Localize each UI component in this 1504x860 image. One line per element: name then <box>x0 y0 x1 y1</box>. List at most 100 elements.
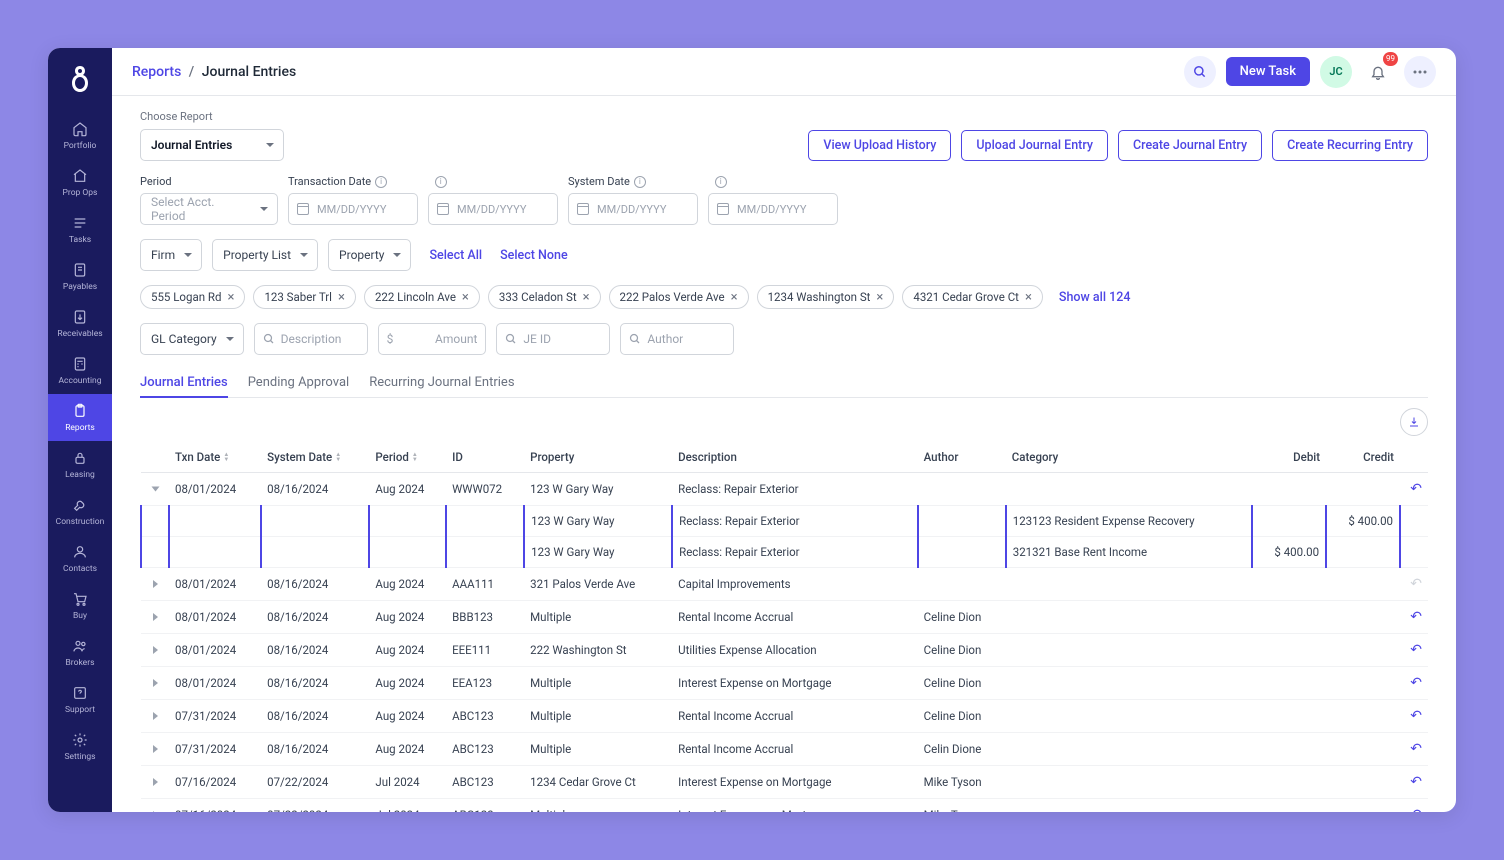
sys-date-to[interactable]: MM/DD/YYYY <box>708 193 838 225</box>
tab-pending-approval[interactable]: Pending Approval <box>248 369 350 398</box>
upload-journal-entry-button[interactable]: Upload Journal Entry <box>961 130 1108 161</box>
je-id-search[interactable] <box>496 323 610 355</box>
create-recurring-entry-button[interactable]: Create Recurring Entry <box>1272 130 1428 161</box>
col-header[interactable]: Period <box>369 442 446 473</box>
undo-icon[interactable]: ↶ <box>1410 774 1422 790</box>
sidebar-item-tasks[interactable]: Tasks <box>48 206 112 253</box>
view-upload-history-button[interactable]: View Upload History <box>808 130 951 161</box>
col-header[interactable]: ID <box>446 442 524 473</box>
sidebar-item-prop-ops[interactable]: Prop Ops <box>48 159 112 206</box>
table-row[interactable]: 07/16/202407/22/2024Jul 2024ABC123Multip… <box>141 799 1428 813</box>
more-menu-button[interactable] <box>1404 56 1436 88</box>
close-icon[interactable]: × <box>462 291 469 304</box>
sidebar-item-receivables[interactable]: Receivables <box>48 300 112 347</box>
col-header[interactable]: Description <box>672 442 917 473</box>
undo-icon[interactable]: ↶ <box>1410 807 1422 812</box>
chevron-right-icon[interactable] <box>153 646 158 654</box>
sidebar-item-brokers[interactable]: Brokers <box>48 629 112 676</box>
close-icon[interactable]: × <box>876 291 883 304</box>
info-icon: i <box>435 176 447 188</box>
undo-icon: ↶ <box>1410 576 1422 592</box>
tab-journal-entries[interactable]: Journal Entries <box>140 369 228 398</box>
search-icon-button[interactable] <box>1184 56 1216 88</box>
chevron-right-icon[interactable] <box>153 580 158 588</box>
wrench-icon <box>71 496 89 514</box>
undo-icon[interactable]: ↶ <box>1410 609 1422 625</box>
filter-chips: 555 Logan Rd×123 Saber Trl×222 Lincoln A… <box>140 285 1428 309</box>
search-icon <box>505 333 517 345</box>
table-row[interactable]: 123 W Gary WayReclass: Repair Exterior12… <box>141 506 1428 537</box>
sidebar-item-portfolio[interactable]: Portfolio <box>48 112 112 159</box>
col-header[interactable]: Property <box>524 442 672 473</box>
author-search[interactable] <box>620 323 734 355</box>
chevron-right-icon[interactable] <box>153 613 158 621</box>
chevron-right-icon[interactable] <box>153 745 158 753</box>
chevron-right-icon[interactable] <box>153 778 158 786</box>
undo-icon[interactable]: ↶ <box>1410 675 1422 691</box>
sidebar-item-buy[interactable]: Buy <box>48 582 112 629</box>
property-select[interactable]: Property <box>328 239 411 271</box>
table-row[interactable]: 123 W Gary WayReclass: Repair Exterior32… <box>141 537 1428 568</box>
description-search[interactable] <box>254 323 368 355</box>
download-button[interactable] <box>1400 408 1428 436</box>
close-icon[interactable]: × <box>338 291 345 304</box>
select-none-link[interactable]: Select None <box>500 248 568 263</box>
gl-category-select[interactable]: GL Category <box>140 323 244 355</box>
chevron-right-icon[interactable] <box>153 712 158 720</box>
sidebar-item-contacts[interactable]: Contacts <box>48 535 112 582</box>
tab-recurring-journal-entries[interactable]: Recurring Journal Entries <box>369 369 514 398</box>
chevron-right-icon[interactable] <box>153 811 158 812</box>
sidebar-item-support[interactable]: Support <box>48 676 112 723</box>
undo-icon[interactable]: ↶ <box>1410 481 1422 497</box>
table-header-row: Txn DateSystem DatePeriodIDPropertyDescr… <box>141 442 1428 473</box>
txn-date-to[interactable]: MM/DD/YYYY <box>428 193 558 225</box>
avatar[interactable]: JC <box>1320 56 1352 88</box>
sidebar-item-reports[interactable]: Reports <box>48 394 112 441</box>
period-select[interactable]: Select Acct. Period <box>140 193 278 225</box>
new-task-button[interactable]: New Task <box>1226 57 1310 86</box>
txn-date-from[interactable]: MM/DD/YYYY <box>288 193 418 225</box>
firm-select[interactable]: Firm <box>140 239 202 271</box>
table-row[interactable]: 07/31/202408/16/2024Aug 2024ABC123Multip… <box>141 733 1428 766</box>
col-header[interactable]: Author <box>918 442 1006 473</box>
table-row[interactable]: 08/01/202408/16/2024Aug 2024AAA111321 Pa… <box>141 568 1428 601</box>
create-journal-entry-button[interactable]: Create Journal Entry <box>1118 130 1262 161</box>
col-header[interactable]: Txn Date <box>169 442 261 473</box>
undo-icon[interactable]: ↶ <box>1410 642 1422 658</box>
col-header[interactable]: System Date <box>261 442 369 473</box>
choose-report-select[interactable]: Journal Entries <box>140 129 284 161</box>
chevron-down-icon[interactable] <box>151 487 159 492</box>
col-header[interactable]: Category <box>1006 442 1252 473</box>
sys-date-from[interactable]: MM/DD/YYYY <box>568 193 698 225</box>
sidebar-item-payables[interactable]: Payables <box>48 253 112 300</box>
amount-search[interactable]: $ <box>378 323 487 355</box>
table-row[interactable]: 08/01/202408/16/2024Aug 2024BBB123Multip… <box>141 601 1428 634</box>
close-icon[interactable]: × <box>731 291 738 304</box>
logo <box>60 60 100 100</box>
breadcrumb-root[interactable]: Reports <box>132 64 181 80</box>
sidebar-item-settings[interactable]: Settings <box>48 723 112 770</box>
table-row[interactable]: 07/16/202407/22/2024Jul 2024ABC1231234 C… <box>141 766 1428 799</box>
table-row[interactable]: 08/01/202408/16/2024Aug 2024WWW072123 W … <box>141 473 1428 506</box>
close-icon[interactable]: × <box>227 291 234 304</box>
property-list-select[interactable]: Property List <box>212 239 318 271</box>
table-row[interactable]: 07/31/202408/16/2024Aug 2024ABC123Multip… <box>141 700 1428 733</box>
table-row[interactable]: 08/01/202408/16/2024Aug 2024EEE111222 Wa… <box>141 634 1428 667</box>
sidebar-item-accounting[interactable]: Accounting <box>48 347 112 394</box>
lock-icon <box>71 449 89 467</box>
col-header[interactable]: Credit <box>1326 442 1400 473</box>
undo-icon[interactable]: ↶ <box>1410 741 1422 757</box>
table-row[interactable]: 08/01/202408/16/2024Aug 2024EEA123Multip… <box>141 667 1428 700</box>
breadcrumb: Reports / Journal Entries <box>132 64 296 80</box>
sidebar-item-leasing[interactable]: Leasing <box>48 441 112 488</box>
notifications-button[interactable]: 99 <box>1362 56 1394 88</box>
content: Choose Report Journal Entries View Uploa… <box>112 96 1456 812</box>
close-icon[interactable]: × <box>1025 291 1032 304</box>
undo-icon[interactable]: ↶ <box>1410 708 1422 724</box>
show-all-link[interactable]: Show all 124 <box>1059 290 1131 305</box>
close-icon[interactable]: × <box>583 291 590 304</box>
col-header[interactable]: Debit <box>1252 442 1326 473</box>
chevron-right-icon[interactable] <box>153 679 158 687</box>
select-all-link[interactable]: Select All <box>429 248 482 263</box>
sidebar-item-construction[interactable]: Construction <box>48 488 112 535</box>
